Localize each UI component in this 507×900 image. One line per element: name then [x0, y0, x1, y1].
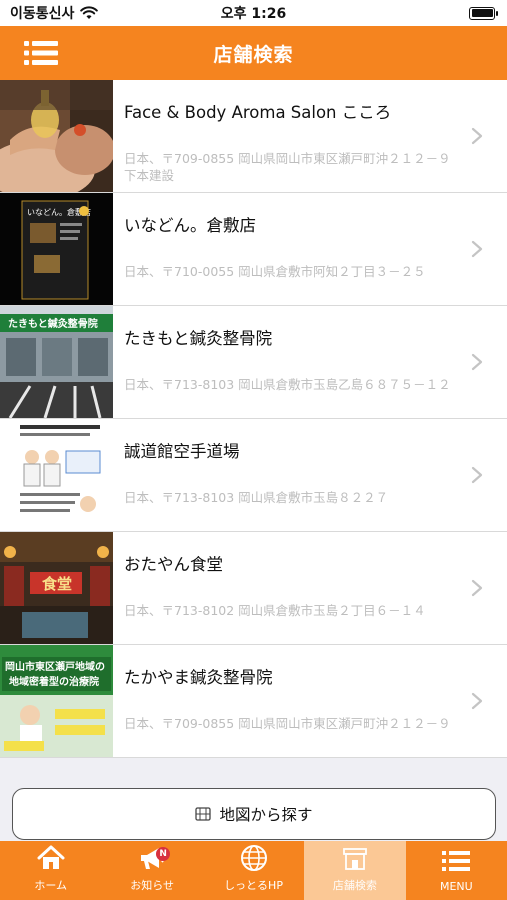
map-search-label: 地図から探す [219, 806, 313, 824]
clinic-storefront-photo: たきもと鍼灸整骨院 [0, 306, 113, 418]
shop-list: Face & Body Aroma Salon こころ 日本、〒709-0855… [0, 80, 507, 758]
shop-info: たかやま鍼灸整骨院 日本、〒709-0855 岡山県岡山市東区瀬戸町沖２１２－９ [113, 645, 507, 757]
shop-thumbnail: 岡山市東区瀬戸地域の 地域密着型の治療院 [0, 645, 113, 757]
shop-address: 日本、〒713-8103 岡山県倉敷市玉島８２２７ [124, 490, 389, 505]
chevron-right-icon [471, 240, 483, 258]
shop-thumbnail [0, 419, 113, 531]
tab-store-search[interactable]: 店舗検索 [304, 841, 406, 900]
chevron-right-icon [471, 466, 483, 484]
clinic-poster-photo: 岡山市東区瀬戸地域の 地域密着型の治療院 [0, 645, 113, 757]
tab-menu-label: MENU [439, 880, 473, 893]
shop-thumbnail [0, 80, 113, 192]
chevron-right-icon [471, 353, 483, 371]
shop-row[interactable]: 食堂 おたやん食堂 日本、〒713-8102 岡山県倉敷市玉島２丁目６－１４ [0, 532, 507, 645]
shop-address: 日本、〒713-8102 岡山県倉敷市玉島２丁目６－１４ [124, 603, 426, 618]
tab-home-label: ホーム [34, 879, 68, 892]
thumb-caption-1: 岡山市東区瀬戸地域の [5, 660, 105, 673]
shop-row[interactable]: 岡山市東区瀬戸地域の 地域密着型の治療院 たかやま鍼灸整骨院 日本、〒709-0… [0, 645, 507, 758]
spa-massage-photo [0, 80, 113, 192]
shop-address: 日本、〒709-0855 岡山県岡山市東区瀬戸町沖２１２－９ [124, 716, 451, 731]
thumb-caption: 食堂 [42, 575, 72, 593]
tab-home[interactable]: ホーム [0, 841, 101, 900]
tab-menu[interactable]: MENU [406, 841, 507, 900]
store-icon [343, 848, 367, 870]
status-bar: 이동통신사 오후 1:26 [0, 0, 507, 26]
tab-bar: ホーム N お知らせ しっとるHP 店舗検索 MENU [0, 841, 507, 900]
tab-homepage[interactable]: しっとるHP [203, 841, 304, 900]
shop-address: 日本、〒710-0055 岡山県倉敷市阿知２丁目３－２５ [124, 264, 426, 279]
carrier-label: 이동통신사 [10, 6, 75, 22]
news-badge: N [156, 847, 171, 861]
thumb-caption-2: 地域密着型の治療院 [9, 675, 99, 688]
shop-row[interactable]: いなどん。倉敷店 いなどん。倉敷店 日本、〒710-0055 岡山県倉敷市阿知２… [0, 193, 507, 306]
shop-info: おたやん食堂 日本、〒713-8102 岡山県倉敷市玉島２丁目６－１４ [113, 532, 507, 644]
restaurant-menu-photo: いなどん。倉敷店 [0, 193, 113, 305]
tab-store-search-label: 店舗検索 [332, 879, 377, 892]
shop-info: Face & Body Aroma Salon こころ 日本、〒709-0855… [113, 80, 507, 192]
home-icon [37, 845, 65, 869]
shop-thumbnail: たきもと鍼灸整骨院 [0, 306, 113, 418]
chevron-right-icon [471, 579, 483, 597]
shop-info: いなどん。倉敷店 日本、〒710-0055 岡山県倉敷市阿知２丁目３－２５ [113, 193, 507, 305]
status-left: 이동통신사 [10, 3, 99, 23]
shop-name: Face & Body Aroma Salon こころ [124, 103, 392, 122]
page-title: 店舗検索 [213, 43, 294, 66]
shop-info: 誠道館空手道場 日本、〒713-8103 岡山県倉敷市玉島８２２７ [113, 419, 507, 531]
nav-header: 店舗検索 [0, 26, 507, 80]
shop-row[interactable]: 誠道館空手道場 日本、〒713-8103 岡山県倉敷市玉島８２２７ [0, 419, 507, 532]
thumb-caption: たきもと鍼灸整骨院 [8, 317, 98, 330]
tab-homepage-label: しっとるHP [224, 879, 283, 892]
shop-address: 日本、〒709-0855 岡山県岡山市東区瀬戸町沖２１２－９ 下本建設 [124, 151, 451, 183]
wifi-icon [80, 6, 99, 19]
list-menu-icon[interactable] [24, 40, 58, 66]
shop-row[interactable]: たきもと鍼灸整骨院 たきもと鍼灸整骨院 日本、〒713-8103 岡山県倉敷市玉… [0, 306, 507, 419]
shop-name: いなどん。倉敷店 [124, 216, 256, 235]
shop-thumbnail: いなどん。倉敷店 [0, 193, 113, 305]
shop-address: 日本、〒713-8103 岡山県倉敷市玉島乙島６８７５－１２ [124, 377, 451, 392]
shop-row[interactable]: Face & Body Aroma Salon こころ 日本、〒709-0855… [0, 80, 507, 193]
shop-name: たかやま鍼灸整骨院 [124, 668, 273, 687]
map-search-button[interactable]: 地図から探す [12, 788, 496, 840]
globe-icon [240, 845, 267, 871]
chevron-right-icon [471, 127, 483, 145]
shop-name: おたやん食堂 [124, 555, 223, 574]
chevron-right-icon [471, 692, 483, 710]
battery-icon [469, 6, 498, 20]
menu-icon [442, 851, 471, 871]
tab-news[interactable]: N お知らせ [101, 841, 202, 900]
tab-news-label: お知らせ [130, 879, 174, 892]
shop-thumbnail: 食堂 [0, 532, 113, 644]
karate-flyer-photo [0, 419, 113, 531]
shop-info: たきもと鍼灸整骨院 日本、〒713-8103 岡山県倉敷市玉島乙島６８７５－１２ [113, 306, 507, 418]
shop-name: たきもと鍼灸整骨院 [124, 329, 273, 348]
map-icon [195, 807, 212, 821]
restaurant-storefront-photo: 食堂 [0, 532, 113, 644]
shop-name: 誠道館空手道場 [124, 442, 240, 461]
